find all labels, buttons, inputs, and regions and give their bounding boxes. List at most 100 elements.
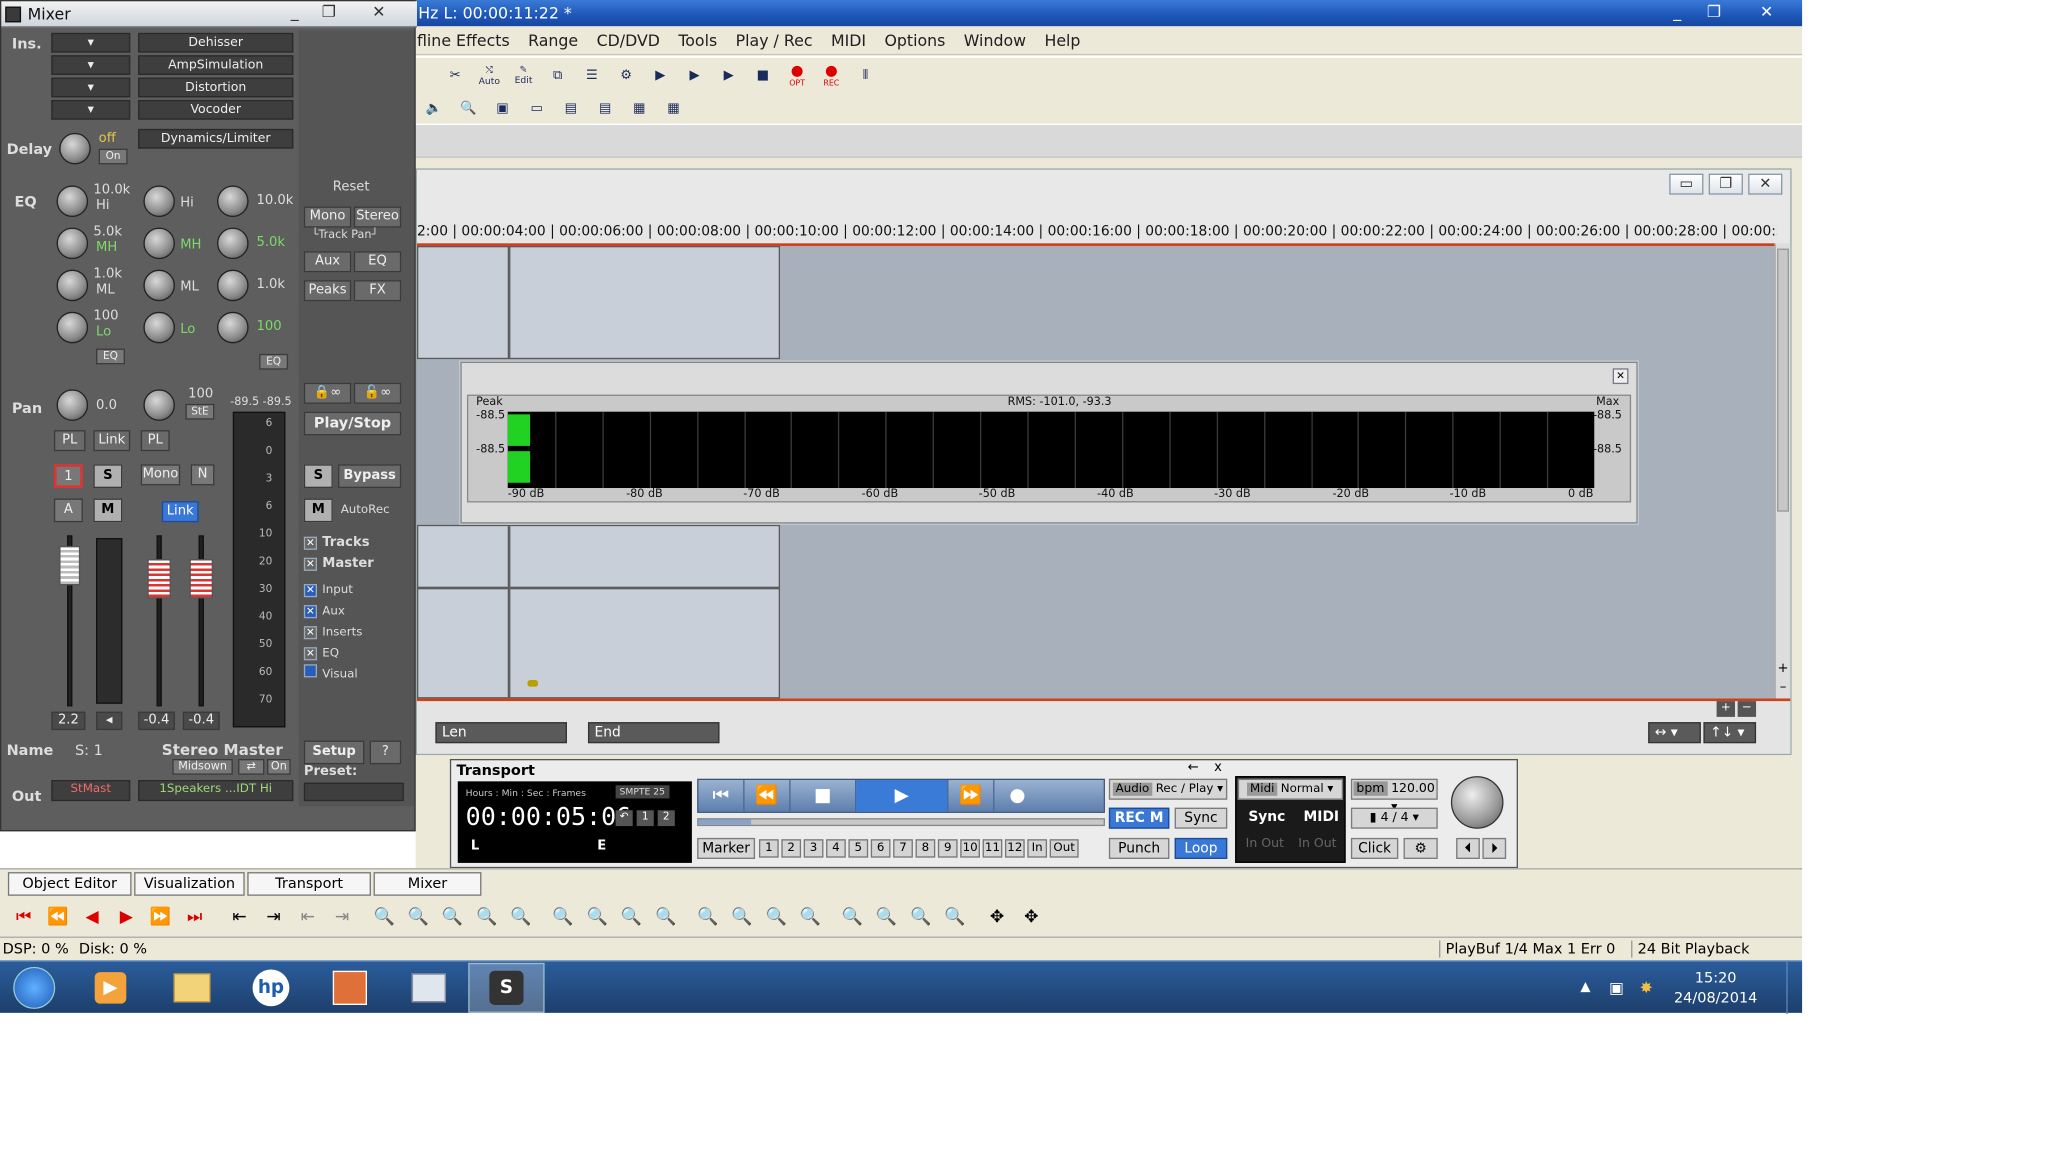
edit-icon[interactable]: ✎ Edit (510, 62, 536, 88)
cursor-tool-icon[interactable]: ✥ (984, 904, 1010, 930)
computer-icon[interactable] (389, 962, 468, 1012)
menu-playrec[interactable]: Play / Rec (726, 26, 821, 55)
ch1-eq-button[interactable]: EQ (96, 348, 125, 365)
link-left-icon[interactable]: 🔒∞ (303, 382, 352, 404)
master-eq-hi-knob-r[interactable] (217, 185, 249, 218)
master-eq-lo-knob-l[interactable] (143, 311, 175, 344)
meter-close-button[interactable]: ✕ (1612, 368, 1629, 385)
hp-icon[interactable]: hp (232, 962, 311, 1012)
hzoom-minus[interactable]: − (1737, 701, 1757, 717)
click-button[interactable]: Click (1350, 837, 1399, 859)
master-name[interactable]: Stereo Master (162, 741, 283, 759)
zoom-10m-icon[interactable]: 🔍 (652, 904, 678, 930)
end-field[interactable]: End (587, 722, 720, 744)
marker-nav2-icon[interactable]: ⇥ (260, 904, 286, 930)
step-back-icon[interactable]: ◀ (79, 904, 105, 930)
zoom-all-icon[interactable]: 🔍 (508, 904, 534, 930)
zoom-s1-icon[interactable]: 🔍 (695, 904, 721, 930)
stop-icon[interactable]: ■ (791, 780, 857, 812)
ch1-pl-button[interactable]: PL (53, 430, 86, 452)
paint-icon[interactable] (310, 962, 389, 1012)
sync-button[interactable]: Sync (1174, 807, 1228, 829)
menu-midi[interactable]: MIDI (822, 26, 875, 55)
vzoom2-icon[interactable]: 🔍 (873, 904, 899, 930)
panel-solo-button[interactable]: S (303, 464, 333, 489)
transport-pin-button[interactable]: ← (1188, 760, 1199, 774)
menu-range[interactable]: Range (519, 26, 587, 55)
paste-icon[interactable]: ☰ (579, 62, 605, 88)
play-icon[interactable]: ▶ (681, 62, 707, 88)
speaker-icon[interactable]: 🔈 (421, 95, 447, 121)
stop-icon[interactable]: ■ (750, 62, 776, 88)
master-fader-l-cap[interactable] (147, 559, 172, 599)
forward-icon[interactable]: ⏩ (948, 780, 995, 812)
zoom-range-icon[interactable]: 🔍 (474, 904, 500, 930)
vip-close-button[interactable]: ✕ (1748, 173, 1783, 195)
play-icon[interactable]: ▶ (856, 780, 949, 812)
zoom-60s-icon[interactable]: 🔍 (618, 904, 644, 930)
mixer-maximize-button[interactable]: ❐ (312, 3, 346, 24)
check-eq[interactable]: ✕ EQ (303, 643, 339, 661)
tray-arrow-icon[interactable]: ▲ (1580, 980, 1590, 994)
marker-4[interactable]: 4 (826, 839, 846, 858)
master-insert-distortion[interactable]: Distortion (138, 77, 294, 98)
stereo-button[interactable]: Stereo (353, 206, 402, 228)
time-btn-3[interactable]: 2 (657, 810, 675, 827)
goto-start-icon[interactable]: ⏮ (698, 780, 745, 812)
in-button[interactable]: In (1027, 839, 1048, 858)
marker-8[interactable]: 8 (915, 839, 936, 858)
master-eq-ml-knob-l[interactable] (143, 269, 175, 302)
marker-11[interactable]: 11 (982, 839, 1003, 858)
check-inserts[interactable]: ✕ Inserts (303, 622, 362, 640)
ch1-insert-slot[interactable]: ▾ (51, 77, 131, 98)
master-fader-r-value[interactable]: -0.4 (182, 711, 220, 731)
ch1-mute-button[interactable]: M (93, 498, 123, 523)
fast-forward-icon[interactable]: ⏩ (147, 904, 173, 930)
ch1-eq-lo-knob[interactable] (56, 311, 89, 344)
aux-button[interactable]: Aux (303, 251, 352, 273)
master-eq-mh-knob-l[interactable] (143, 227, 175, 260)
master-eq-button[interactable]: EQ (259, 353, 289, 370)
smpte-select[interactable]: SMPTE 25 (615, 785, 669, 799)
zoom-in-button[interactable]: + (1776, 662, 1790, 676)
on-button[interactable]: On (267, 758, 291, 775)
menu-window[interactable]: Window (955, 26, 1036, 55)
menu-help[interactable]: Help (1035, 26, 1089, 55)
power-icon[interactable]: ✸ (1640, 978, 1653, 996)
metronome-settings-icon[interactable]: ⚙ (1403, 837, 1438, 859)
ch1-solo-button[interactable]: S (93, 464, 123, 489)
master-insert-ampsim[interactable]: AmpSimulation (138, 55, 294, 75)
minimize-button[interactable]: _ (1660, 1, 1694, 22)
vip-restore-button[interactable]: ❐ (1708, 173, 1743, 195)
menu-options[interactable]: Options (875, 26, 954, 55)
ch1-pan-knob[interactable] (56, 389, 89, 421)
play-loop-icon[interactable]: ▶ (716, 62, 742, 88)
marker-nav-icon[interactable]: ⇤ (226, 904, 252, 930)
vip-minimize-button[interactable]: ▭ (1669, 173, 1704, 195)
mixer-close-button[interactable]: ✕ (362, 3, 396, 24)
mixer-minimize-button[interactable]: _ (278, 3, 312, 24)
master-dynamics[interactable]: Dynamics/Limiter (138, 128, 294, 149)
nudge-forward-icon[interactable]: ⏵ (1482, 837, 1507, 859)
start-orb-icon[interactable] (0, 962, 68, 1012)
master-eq-mh-knob-r[interactable] (217, 227, 249, 260)
zoom-out-icon[interactable]: 🔍 (405, 904, 431, 930)
master-pan-mode[interactable]: StE (185, 403, 215, 420)
reset-label[interactable]: Reset (333, 180, 370, 194)
master-pan-knob[interactable] (143, 389, 175, 421)
midi-sync-label[interactable]: Sync (1248, 809, 1285, 825)
track-block[interactable] (416, 587, 510, 699)
master-fader-l-value[interactable]: -0.4 (138, 711, 175, 731)
track-block[interactable] (509, 245, 781, 360)
master-eq-lo-knob-r[interactable] (217, 311, 249, 344)
master-insert-dehisser[interactable]: Dehisser (138, 32, 294, 53)
signature-field[interactable]: ▮ 4 / 4 ▾ (1350, 807, 1438, 829)
marker-5[interactable]: 5 (848, 839, 869, 858)
check-visual[interactable]: Visual (303, 664, 358, 681)
record-opt-icon[interactable]: ● OPT (784, 62, 810, 88)
window-icon[interactable]: ▭ (524, 95, 550, 121)
transport-close-button[interactable]: x (1214, 760, 1222, 774)
zoom-s2-icon[interactable]: 🔍 (729, 904, 755, 930)
vzoom-icon[interactable]: 🔍 (839, 904, 865, 930)
track-block[interactable] (509, 587, 781, 699)
